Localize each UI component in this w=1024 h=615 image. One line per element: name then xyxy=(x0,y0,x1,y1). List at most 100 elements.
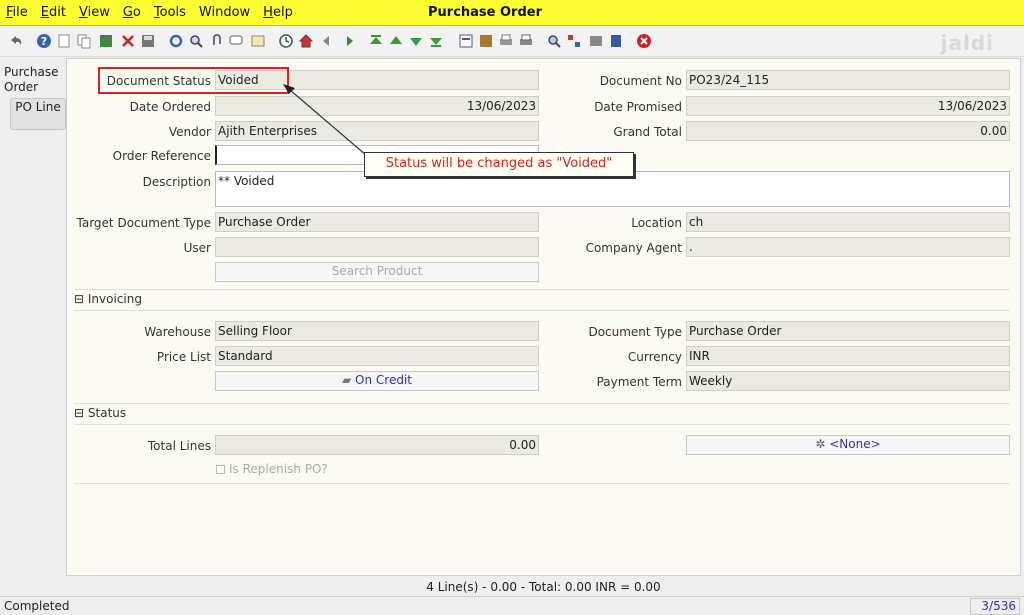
menu-edit[interactable]: Edit xyxy=(41,5,66,20)
payment-term-field[interactable]: Weekly xyxy=(686,371,1010,391)
invoicing-divider xyxy=(74,289,1010,290)
company-agent-label: Company Agent xyxy=(585,241,682,255)
total-lines-field[interactable]: 0.00 xyxy=(215,435,539,455)
collapse-icon[interactable]: ⊟ xyxy=(74,406,84,420)
undo-icon[interactable] xyxy=(8,33,24,49)
menu-tools[interactable]: Tools xyxy=(154,5,186,20)
save-icon[interactable] xyxy=(140,33,156,49)
summary-bar: 4 Line(s) - 0.00 - Total: 0.00 INR = 0.0… xyxy=(66,578,1021,596)
date-ordered-label: Date Ordered xyxy=(129,100,211,114)
payment-rule-label: On Credit xyxy=(355,373,412,387)
copy-record-icon[interactable] xyxy=(76,33,92,49)
annotation-highlight-box xyxy=(98,67,289,94)
side-tabs: Purchase Order PO Line xyxy=(0,58,66,578)
title-bar: File Edit View Go Tools Window Help Purc… xyxy=(0,0,1024,26)
window-title: Purchase Order xyxy=(428,5,543,20)
status-section-header[interactable]: ⊟ Status xyxy=(74,406,126,420)
warehouse-label: Warehouse xyxy=(144,325,211,339)
currency-field[interactable]: INR xyxy=(686,346,1010,366)
forward-icon[interactable] xyxy=(340,33,356,49)
tab-purchase-order[interactable]: Purchase Order xyxy=(4,65,66,95)
total-lines-label: Total Lines xyxy=(147,439,211,453)
delete-icon[interactable] xyxy=(120,33,136,49)
attachment-icon[interactable] xyxy=(208,33,224,49)
warehouse-field[interactable]: Selling Floor xyxy=(215,321,539,341)
vendor-field[interactable]: Ajith Enterprises xyxy=(215,121,539,141)
invoicing-title: Invoicing xyxy=(87,292,142,306)
currency-label: Currency xyxy=(627,350,682,364)
date-ordered-field[interactable]: 13/06/2023 xyxy=(215,96,539,116)
document-no-label: Document No xyxy=(599,74,682,88)
target-document-type-field[interactable]: Purchase Order xyxy=(215,212,539,232)
workflow-icon[interactable] xyxy=(478,33,494,49)
order-reference-label: Order Reference xyxy=(112,149,211,163)
none-button-label: <None> xyxy=(829,437,881,451)
history-icon[interactable] xyxy=(250,33,266,49)
target-document-type-label: Target Document Type xyxy=(76,216,211,230)
status-end-divider xyxy=(74,483,1010,484)
product-info-icon[interactable] xyxy=(588,33,604,49)
refresh-icon[interactable] xyxy=(168,33,184,49)
menu-file[interactable]: File xyxy=(6,5,28,20)
svg-text:?: ? xyxy=(41,35,47,48)
is-replenish-checkbox[interactable] xyxy=(216,465,225,474)
user-label: User xyxy=(183,241,211,255)
annotation-callout: Status will be changed as "Voided" xyxy=(364,152,634,177)
price-list-label: Price List xyxy=(156,350,211,364)
date-promised-field[interactable]: 13/06/2023 xyxy=(686,96,1010,116)
tab-po-line[interactable]: PO Line xyxy=(10,98,66,130)
first-record-icon[interactable] xyxy=(368,33,384,49)
collapse-icon[interactable]: ⊟ xyxy=(74,292,84,306)
home-icon[interactable] xyxy=(298,33,314,49)
price-list-field[interactable]: Standard xyxy=(215,346,539,366)
report-icon[interactable] xyxy=(278,33,294,49)
last-record-icon[interactable] xyxy=(428,33,444,49)
payment-term-label: Payment Term xyxy=(596,375,682,389)
jaldi-logo: jaldi xyxy=(940,31,994,55)
archive-icon[interactable] xyxy=(98,33,114,49)
print-icon[interactable] xyxy=(518,33,534,49)
help-icon[interactable]: ? xyxy=(36,33,52,49)
detail-icon[interactable] xyxy=(458,33,474,49)
date-promised-label: Date Promised xyxy=(594,100,682,114)
vendor-label: Vendor xyxy=(168,125,211,139)
document-no-field[interactable]: PO23/24_115 xyxy=(686,70,1010,90)
back-icon[interactable] xyxy=(320,33,336,49)
next-record-icon[interactable] xyxy=(408,33,424,49)
document-type-field[interactable]: Purchase Order xyxy=(686,321,1010,341)
zoom-across-icon[interactable] xyxy=(546,33,562,49)
record-count[interactable]: 3/536 xyxy=(970,598,1020,615)
menu-view[interactable]: View xyxy=(79,5,110,20)
payment-rule-button[interactable]: ▰ On Credit xyxy=(215,371,539,391)
document-type-label: Document Type xyxy=(588,325,682,339)
location-label: Location xyxy=(631,216,682,230)
none-button[interactable]: ✲ <None> xyxy=(686,435,1010,455)
previous-record-icon[interactable] xyxy=(388,33,404,49)
invoicing-section-header[interactable]: ⊟ Invoicing xyxy=(74,292,142,306)
new-record-icon[interactable] xyxy=(56,33,72,49)
menu-window[interactable]: Window xyxy=(199,5,250,20)
description-label: Description xyxy=(142,175,211,189)
company-agent-field[interactable]: . xyxy=(686,237,1010,257)
status-divider-bottom xyxy=(74,424,1010,425)
menu-bar: File Edit View Go Tools Window Help xyxy=(6,5,306,20)
user-field[interactable] xyxy=(215,237,539,257)
archive-viewer-icon[interactable] xyxy=(608,33,624,49)
toolbar: ? jaldi xyxy=(0,27,1024,57)
location-field[interactable]: ch xyxy=(686,212,1010,232)
print-preview-icon[interactable] xyxy=(498,33,514,49)
menu-help[interactable]: Help xyxy=(263,5,293,20)
gear-icon: ✲ xyxy=(815,437,826,451)
invoicing-divider-bottom xyxy=(74,310,1010,311)
status-text: Completed xyxy=(4,599,70,613)
menu-go[interactable]: Go xyxy=(123,5,141,20)
is-replenish-label: Is Replenish PO? xyxy=(229,462,328,476)
find-icon[interactable] xyxy=(188,33,204,49)
chat-icon[interactable] xyxy=(228,33,244,49)
exit-icon[interactable] xyxy=(636,33,652,49)
cash-icon: ▰ xyxy=(341,373,352,387)
grand-total-field[interactable]: 0.00 xyxy=(686,121,1010,141)
request-icon[interactable] xyxy=(566,33,582,49)
status-bar: Completed 3/536 xyxy=(0,596,1024,615)
search-product-button[interactable]: Search Product xyxy=(215,262,539,282)
